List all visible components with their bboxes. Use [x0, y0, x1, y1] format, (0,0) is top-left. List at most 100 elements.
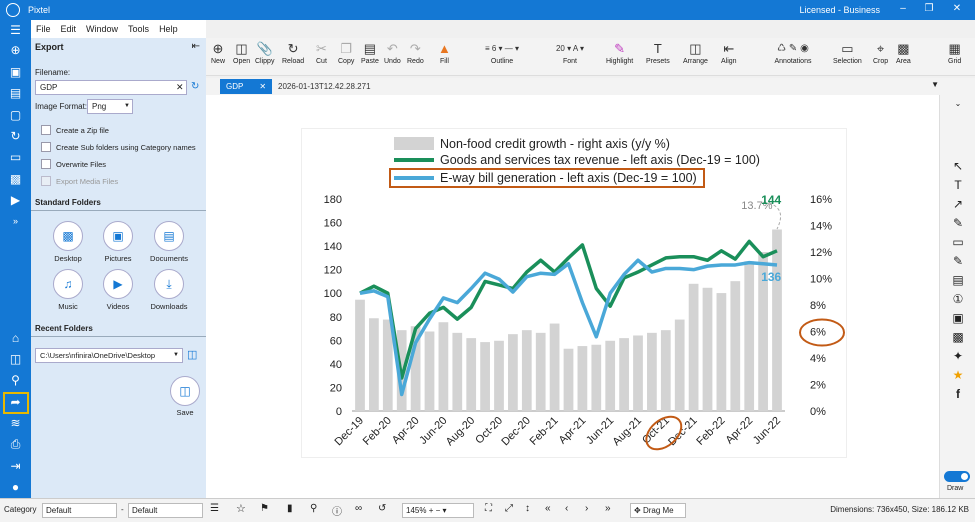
music-folder-button[interactable]: ♫ [53, 269, 83, 299]
previous-icon[interactable]: ‹ [565, 503, 568, 514]
scroll-capture-icon[interactable]: ▩ [8, 173, 23, 186]
video-icon[interactable]: ▶ [8, 194, 23, 207]
home-icon[interactable]: ⌂ [8, 332, 23, 345]
fullscreen-icon[interactable]: ⤢ [505, 503, 513, 514]
overwrite-checkbox[interactable] [41, 159, 51, 169]
cut-button[interactable]: ✂ Cut [316, 40, 327, 65]
outline-control[interactable]: ≡ 6 ▾ — ▾ Outline [472, 40, 532, 65]
account-icon[interactable]: ● [8, 481, 23, 494]
videos-folder-button[interactable]: ▶ [103, 269, 133, 299]
browse-folder-icon[interactable]: ◫ [187, 348, 197, 361]
chevron-down-icon[interactable]: ⌄ [951, 99, 965, 108]
minimize-icon[interactable]: – [893, 3, 913, 14]
bookmark-icon[interactable]: ▮ [287, 503, 293, 514]
redo-button[interactable]: ↷ Redo [407, 40, 424, 65]
rectangle-tool-icon[interactable]: ▭ [951, 235, 965, 249]
documents-folder-button[interactable]: ▤ [154, 221, 184, 251]
area-button[interactable]: ▩ Area [896, 40, 911, 65]
restore-icon[interactable]: ❐ [919, 3, 939, 14]
magic-tool-icon[interactable]: ✦ [951, 349, 965, 363]
draw-toggle[interactable] [944, 471, 970, 482]
font-control[interactable]: 20 ▾ A ▾ Font [541, 40, 599, 65]
close-tab-icon[interactable]: ✕ [259, 82, 266, 91]
collapse-panel-icon[interactable]: ⇤ [192, 41, 200, 52]
recent-folder-select[interactable]: C:\Users\nfinira\OneDrive\Desktop [35, 348, 183, 363]
presets-button[interactable]: T Presets [646, 40, 670, 65]
menu-edit[interactable]: Edit [61, 24, 77, 34]
selection-button[interactable]: ▭ Selection [833, 40, 862, 65]
grid-button[interactable]: ▦ Grid [948, 40, 961, 65]
image-editor-icon[interactable]: ▣ [8, 66, 23, 79]
info-icon[interactable]: ⓘ [332, 503, 342, 518]
formula-tool-icon[interactable]: f [951, 387, 965, 401]
image-tool-icon[interactable]: ▣ [951, 311, 965, 325]
desktop-folder-button[interactable]: ▩ [53, 221, 83, 251]
annotations-group[interactable]: ♺ ✎ ◉ Annotations [768, 40, 818, 65]
menu-window[interactable]: Window [86, 24, 118, 34]
pen-tool-icon[interactable]: ✎ [951, 216, 965, 230]
first-page-icon[interactable]: « [545, 503, 551, 514]
refresh-icon[interactable]: ↻ [191, 81, 199, 92]
clear-filename-icon[interactable]: ✕ [176, 82, 184, 93]
export-icon[interactable]: ➦ [8, 396, 23, 409]
login-icon[interactable]: ⇥ [8, 460, 23, 473]
downloads-folder-button[interactable]: ⤓ [154, 269, 184, 299]
tab-dropdown-icon[interactable]: ▼ [931, 80, 939, 89]
copy-button[interactable]: ❐ Copy [338, 40, 354, 65]
callout-tool-icon[interactable]: ▤ [951, 273, 965, 287]
reload-button[interactable]: ↻ Reload [282, 40, 304, 65]
expand-icon[interactable]: » [8, 215, 23, 228]
highlight-button[interactable]: ✎ Highlight [606, 40, 633, 65]
menu-help[interactable]: Help [159, 24, 178, 34]
align-button[interactable]: ⇤ Align [721, 40, 737, 65]
star-tool-icon[interactable]: ★ [951, 368, 965, 382]
category-select[interactable]: Default [42, 503, 117, 518]
share-icon[interactable]: ≋ [8, 417, 23, 430]
second-category-select[interactable]: Default [128, 503, 203, 518]
link-icon[interactable]: ∞ [355, 503, 362, 514]
actual-size-icon[interactable]: ↕ [525, 503, 530, 514]
menu-file[interactable]: File [36, 24, 51, 34]
crop-button[interactable]: ⌖ Crop [873, 40, 888, 65]
filename-input[interactable]: GDP [35, 80, 187, 95]
hamburger-menu-icon[interactable]: ☰ [8, 24, 23, 37]
stamp-tool-icon[interactable]: ▩ [951, 330, 965, 344]
document-icon[interactable]: ▤ [8, 87, 23, 100]
pictures-folder-button[interactable]: ▣ [103, 221, 133, 251]
close-icon[interactable]: ✕ [947, 3, 967, 14]
zoom-control[interactable]: 145% + − ▾ [402, 503, 474, 518]
window-icon[interactable]: ▭ [8, 151, 23, 164]
flag-icon[interactable]: ⚑ [260, 503, 269, 514]
list-icon[interactable]: ☰ [210, 503, 219, 514]
next-icon[interactable]: › [585, 503, 588, 514]
star-icon[interactable]: ☆ [236, 502, 246, 515]
drag-me-button[interactable]: ✥ Drag Me [630, 503, 686, 518]
menu-tools[interactable]: Tools [128, 24, 149, 34]
clippy-button[interactable]: 📎 Clippy [255, 40, 274, 65]
tag-icon[interactable]: ⚲ [310, 503, 317, 514]
region-icon[interactable]: ▢ [8, 109, 23, 122]
pointer-icon[interactable]: ↖ [951, 159, 965, 173]
history-icon[interactable]: ↺ [378, 503, 386, 514]
arrange-button[interactable]: ◫ Arrange [683, 40, 708, 65]
save-button[interactable]: ◫ [170, 376, 200, 406]
open-folder-icon[interactable]: ◫ [8, 353, 23, 366]
step-tool-icon[interactable]: ① [951, 292, 965, 306]
open-button[interactable]: ◫ Open [233, 40, 250, 65]
history-icon[interactable]: ↻ [8, 130, 23, 143]
search-icon[interactable]: ⚲ [8, 374, 23, 387]
arrow-tool-icon[interactable]: ↗ [951, 197, 965, 211]
print-icon[interactable]: ⎙ [8, 438, 23, 451]
tab-document[interactable]: 2026-01-13T12.42.28.271 [278, 79, 371, 94]
fit-icon[interactable]: ⛶ [485, 503, 492, 514]
fill-button[interactable]: ▲ Fill [438, 40, 451, 65]
subfolders-checkbox[interactable] [41, 142, 51, 152]
marker-tool-icon[interactable]: ✎ [951, 254, 965, 268]
tab-gdp[interactable]: GDP ✕ [220, 79, 272, 94]
capture-icon[interactable]: ⊕ [8, 44, 23, 57]
text-tool-icon[interactable]: T [951, 178, 965, 192]
undo-button[interactable]: ↶ Undo [384, 40, 401, 65]
image-canvas[interactable]: Non-food credit growth - right axis (y/y… [206, 95, 939, 498]
paste-button[interactable]: ▤ Paste [361, 40, 379, 65]
last-page-icon[interactable]: » [605, 503, 611, 514]
